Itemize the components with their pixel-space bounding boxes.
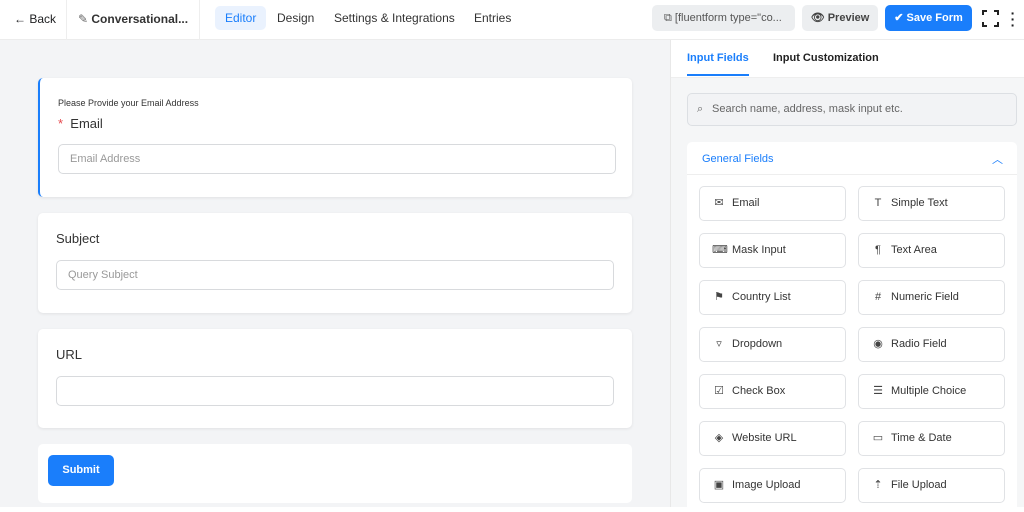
field-label: File Upload: [891, 479, 947, 491]
field-mask-input[interactable]: ⌨ Mask Input: [699, 233, 846, 268]
field-text-area[interactable]: ¶ Text Area: [858, 233, 1005, 268]
field-label: Radio Field: [891, 338, 947, 350]
field-label: Simple Text: [891, 197, 948, 209]
form-title[interactable]: ✎ Conversational...: [78, 12, 188, 26]
radio-field-icon: ◉: [871, 328, 885, 361]
divider: [66, 0, 67, 40]
field-file-upload[interactable]: ⇡ File Upload: [858, 468, 1005, 503]
check-circle-icon: ✔: [894, 12, 906, 24]
pencil-icon: ✎: [78, 12, 91, 26]
field-numeric-field[interactable]: # Numeric Field: [858, 280, 1005, 315]
more-options-icon[interactable]: ···: [1009, 10, 1017, 28]
field-time-date[interactable]: ▭ Time & Date: [858, 421, 1005, 456]
image-upload-icon: ▣: [712, 469, 726, 502]
field-country-list[interactable]: ⚑ Country List: [699, 280, 846, 315]
file-upload-icon: ⇡: [871, 469, 885, 502]
copy-icon: ⧉: [664, 12, 675, 24]
panel-tabs: Input Fields Input Customization: [671, 40, 1024, 78]
time-date-icon: ▭: [871, 422, 885, 455]
field-simple-text[interactable]: T Simple Text: [858, 186, 1005, 221]
tab-input-customization[interactable]: Input Customization: [773, 52, 879, 64]
field-label: Numeric Field: [891, 291, 959, 303]
field-radio-field[interactable]: ◉ Radio Field: [858, 327, 1005, 362]
field-search-input[interactable]: ⌕Search name, address, mask input etc.: [687, 93, 1017, 126]
field-label: Time & Date: [891, 432, 952, 444]
mask-input-icon: ⌨: [712, 234, 726, 267]
email-icon: ✉: [712, 187, 726, 220]
text-area-icon: ¶: [871, 234, 885, 267]
arrow-left-icon: ←: [14, 12, 29, 26]
shortcode-copy-button[interactable]: ⧉ [fluentform type="co...: [652, 5, 795, 31]
field-label: Multiple Choice: [891, 385, 966, 397]
field-label: Country List: [732, 291, 791, 303]
tab-input-fields[interactable]: Input Fields: [687, 52, 749, 76]
field-website-url[interactable]: ◈ Website URL: [699, 421, 846, 456]
field-label: Website URL: [732, 432, 797, 444]
multiple-choice-icon: ☰: [871, 375, 885, 408]
email-field-card[interactable]: Please Provide your Email Address * Emai…: [38, 78, 632, 197]
url-field-card[interactable]: URL: [38, 329, 632, 428]
tab-entries[interactable]: Entries: [464, 6, 521, 30]
url-label: URL: [56, 347, 82, 362]
field-dropdown[interactable]: ▿ Dropdown: [699, 327, 846, 362]
fullscreen-icon[interactable]: [982, 10, 999, 27]
divider: [199, 0, 200, 40]
tab-editor[interactable]: Editor: [215, 6, 266, 30]
field-label: Text Area: [891, 244, 937, 256]
url-input[interactable]: [56, 376, 614, 406]
country-list-icon: ⚑: [712, 281, 726, 314]
required-mark: *: [58, 116, 63, 131]
email-input[interactable]: Email Address: [58, 144, 616, 174]
submit-area: Submit: [38, 444, 632, 503]
check-box-icon: ☑: [712, 375, 726, 408]
email-label: * Email: [58, 116, 103, 131]
field-check-box[interactable]: ☑ Check Box: [699, 374, 846, 409]
field-label: Image Upload: [732, 479, 801, 491]
divider: [687, 174, 1017, 175]
simple-text-icon: T: [871, 187, 885, 220]
eye-icon: 👁: [811, 12, 828, 24]
field-label: Mask Input: [732, 244, 786, 256]
website-url-icon: ◈: [712, 422, 726, 455]
email-help-text: Please Provide your Email Address: [58, 98, 199, 108]
field-multiple-choice[interactable]: ☰ Multiple Choice: [858, 374, 1005, 409]
dropdown-icon: ▿: [712, 328, 726, 361]
fields-panel: Input Fields Input Customization ⌕Search…: [670, 40, 1024, 507]
general-fields-header[interactable]: General Fields: [702, 153, 774, 165]
subject-input[interactable]: Query Subject: [56, 260, 614, 290]
numeric-field-icon: #: [871, 281, 885, 314]
search-icon: ⌕: [697, 94, 703, 125]
subject-field-card[interactable]: Subject Query Subject: [38, 213, 632, 313]
submit-button[interactable]: Submit: [48, 455, 114, 486]
field-image-upload[interactable]: ▣ Image Upload: [699, 468, 846, 503]
top-bar: ← Back ✎ Conversational... Editor Design…: [0, 0, 1024, 40]
back-button[interactable]: ← Back: [14, 12, 56, 26]
preview-button[interactable]: 👁 Preview: [802, 5, 878, 31]
field-email[interactable]: ✉ Email: [699, 186, 846, 221]
tab-settings-integrations[interactable]: Settings & Integrations: [324, 6, 465, 30]
field-label: Email: [732, 197, 760, 209]
general-fields-section: General Fields ︿ ✉ Email T Simple Text ⌨ Mask…: [687, 142, 1017, 512]
tab-design[interactable]: Design: [267, 6, 324, 30]
subject-label: Subject: [56, 231, 99, 246]
field-label: Dropdown: [732, 338, 782, 350]
save-form-button[interactable]: ✔ Save Form: [885, 5, 972, 31]
field-label: Check Box: [732, 385, 785, 397]
form-canvas: Please Provide your Email Address * Emai…: [0, 40, 670, 507]
chevron-up-icon[interactable]: ︿: [992, 151, 1003, 167]
